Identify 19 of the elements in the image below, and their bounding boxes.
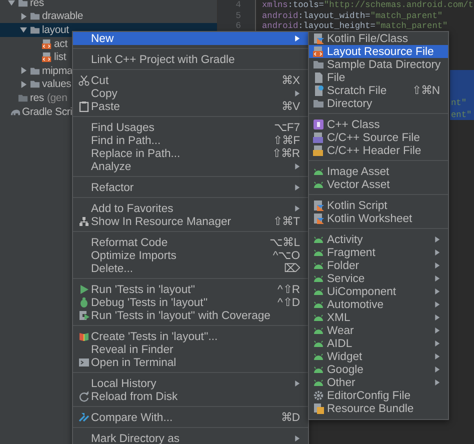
shortcut-text: ⌥F7 — [274, 121, 300, 134]
shortcut-text: ⇧⌘N — [412, 84, 440, 97]
code-line: android:layout_width="match_parent" — [262, 10, 444, 21]
code-fragment: nt" — [450, 96, 468, 108]
shortcut-text: ⇧⌘T — [273, 215, 300, 228]
shortcut-text: ⇧⌘F — [273, 134, 300, 147]
tree-note: (gen — [47, 92, 68, 104]
shortcut-text: ⌥⌘L — [270, 236, 300, 249]
shortcut-text: ⌘D — [280, 411, 300, 424]
shortcut-text: ^⇧R — [278, 283, 300, 296]
shortcut-text: ^⇧D — [278, 296, 300, 309]
shortcut-text: ⌦ — [284, 262, 300, 275]
code-line: android:layout_height="match_parent" — [262, 21, 449, 32]
code-fragment: ent" — [450, 108, 473, 120]
shortcut-text: ^⌥O — [272, 249, 300, 262]
code-line: xmlns:tools="http://schemas.android.com/t — [262, 0, 474, 10]
shortcut-text: ⌘X — [281, 74, 300, 87]
shortcut-text: ⇧⌘R — [272, 147, 300, 160]
shortcut-text: ⌘V — [281, 100, 300, 113]
